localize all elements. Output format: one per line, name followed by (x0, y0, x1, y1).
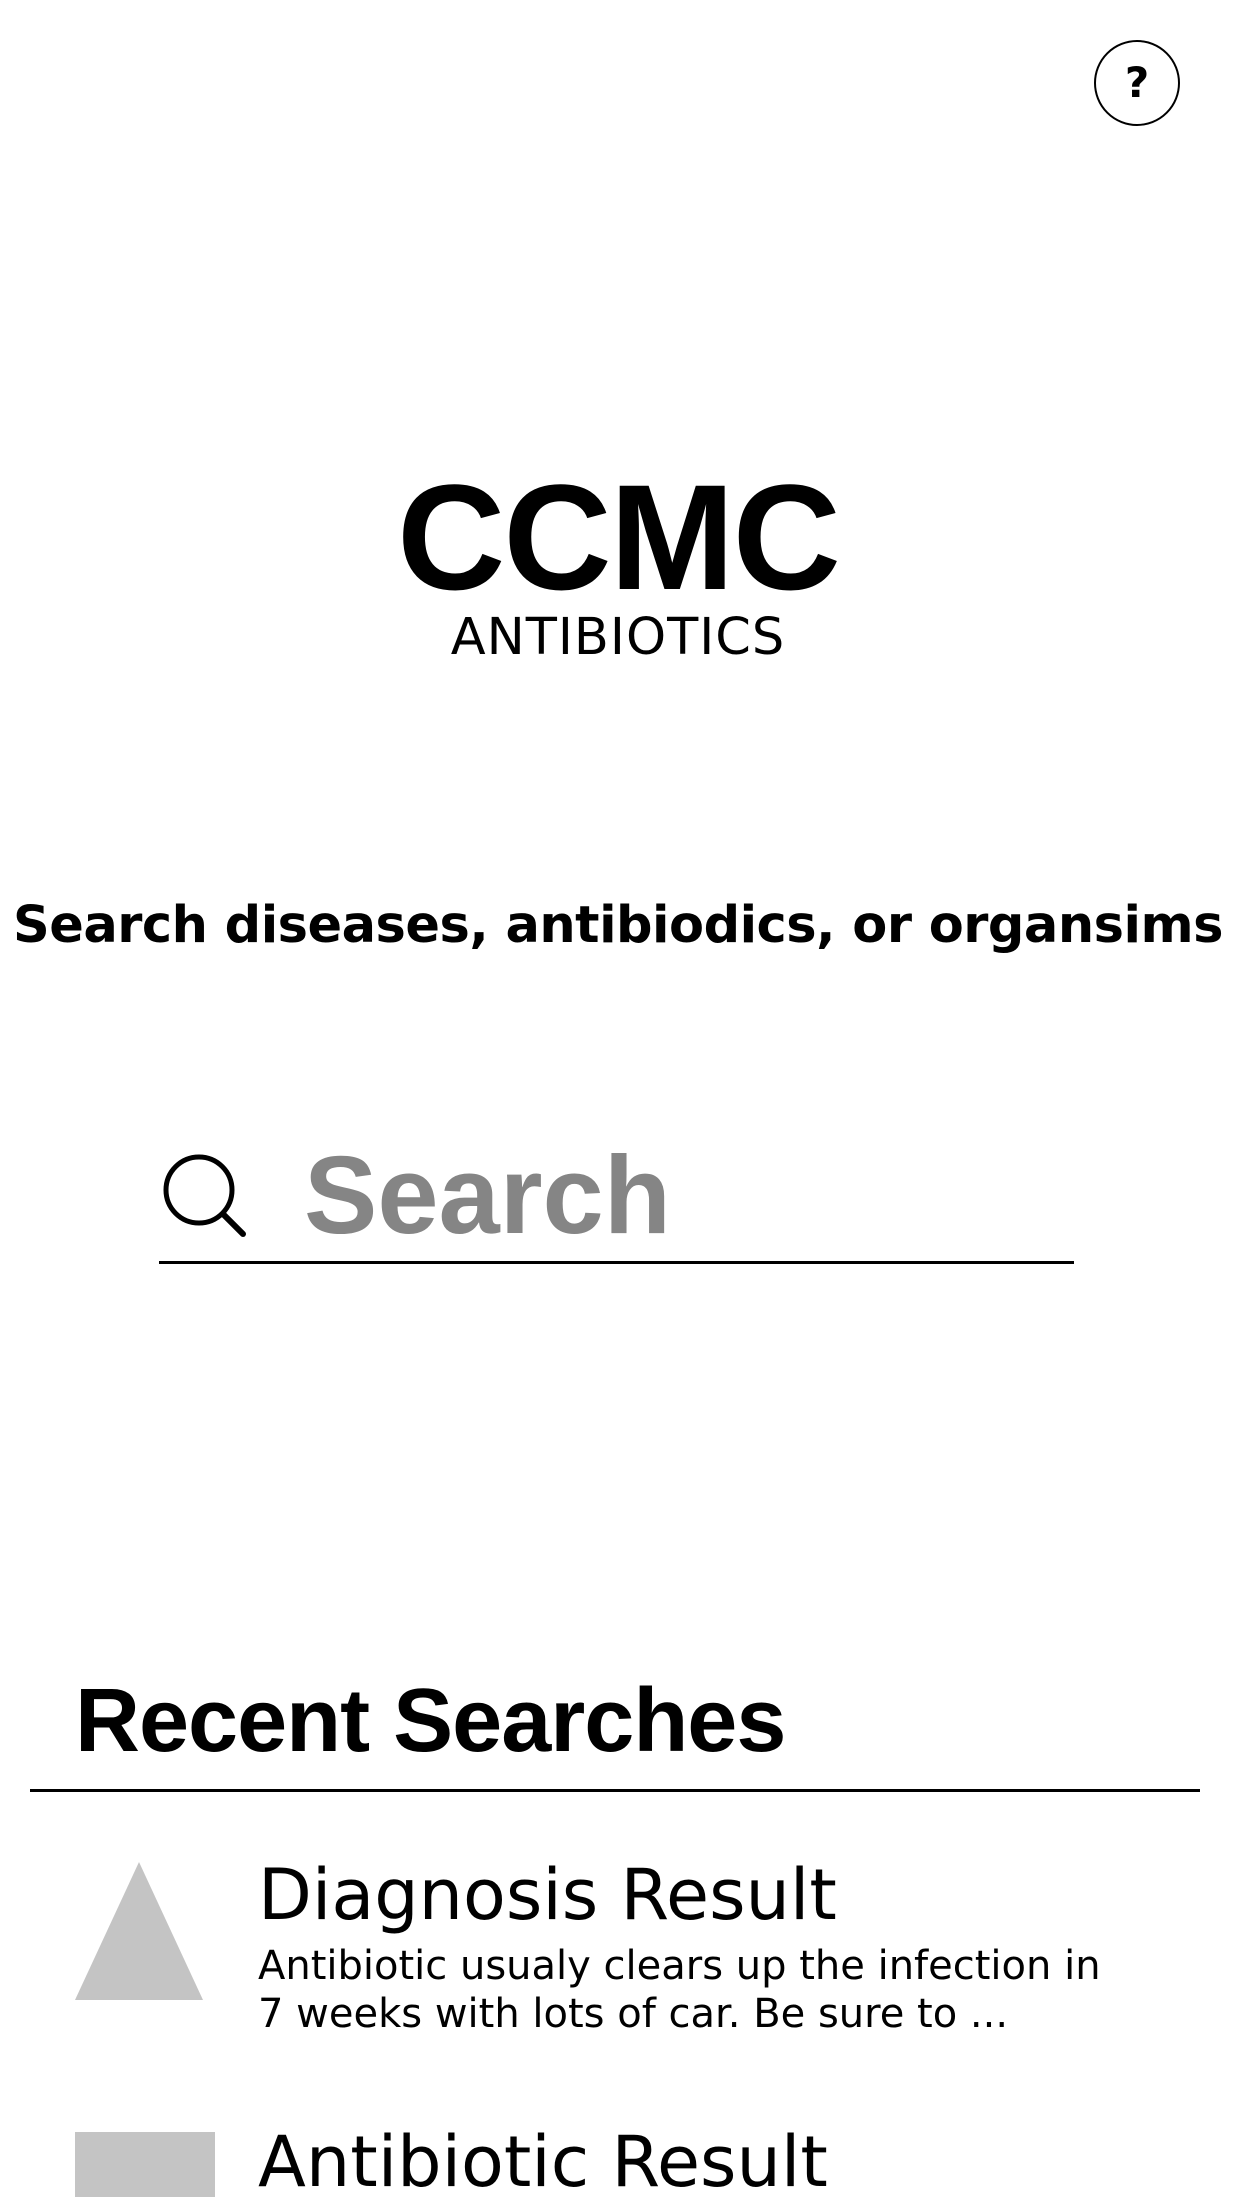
search-prompt: Search diseases, antibiodics, or organsi… (13, 896, 1223, 955)
app-subtitle: ANTIBIOTICS (450, 608, 786, 667)
recent-searches-divider (30, 1789, 1200, 1792)
recent-search-item[interactable]: Antibiotic Result (0, 2127, 1236, 2197)
square-thumbnail-icon (75, 2132, 215, 2197)
search-bar[interactable] (159, 1130, 1074, 1264)
help-icon: ? (1124, 58, 1150, 107)
recent-search-title: Diagnosis Result (258, 1854, 837, 1936)
home-screen: ? CCMC ANTIBIOTICS Search diseases, anti… (0, 0, 1236, 2197)
recent-searches-heading: Recent Searches (75, 1671, 786, 1771)
search-input[interactable] (304, 1136, 1064, 1254)
recent-search-title: Antibiotic Result (258, 2121, 828, 2197)
app-title: CCMC (397, 453, 841, 621)
help-button[interactable]: ? (1094, 40, 1180, 126)
recent-search-description: Antibiotic usualy clears up the infectio… (258, 1943, 1101, 2037)
search-icon[interactable] (159, 1150, 249, 1240)
triangle-thumbnail-icon (75, 1862, 203, 2000)
recent-search-item[interactable]: Diagnosis Result Antibiotic usualy clear… (0, 1854, 1236, 2037)
